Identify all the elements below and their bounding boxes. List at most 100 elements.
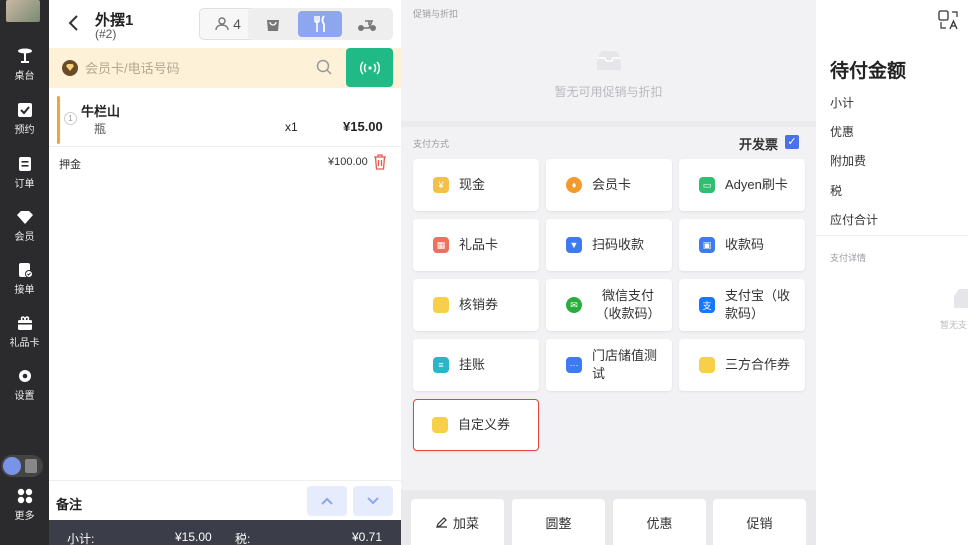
order-header: 外摆1 (#2) 4 bbox=[49, 0, 401, 48]
amount-due-panel: 待付金额 小计 优惠 附加费 税 应付合计 支付详情 暂无支付 bbox=[816, 0, 968, 545]
trash-icon[interactable] bbox=[373, 154, 387, 170]
divider bbox=[49, 146, 401, 147]
pay-wechat-button[interactable]: ✉ 微信支付（收款码） bbox=[546, 279, 672, 331]
mode-toggle[interactable] bbox=[1, 455, 43, 477]
section-divider bbox=[401, 121, 816, 127]
deposit-amount: ¥100.00 bbox=[328, 156, 368, 168]
member-search-input[interactable] bbox=[85, 57, 335, 79]
discount-row: 优惠 bbox=[830, 125, 855, 139]
nav-label: 更多 bbox=[14, 511, 35, 522]
round-amount-button[interactable]: 圆整 bbox=[512, 499, 605, 545]
cash-icon: ¥ bbox=[433, 177, 449, 193]
pay-partner-voucher-button[interactable]: 三方合作券 bbox=[679, 339, 805, 391]
nav-item-accept-order[interactable]: 接单 bbox=[0, 262, 49, 296]
scroll-down-button[interactable] bbox=[353, 486, 393, 516]
scooter-icon bbox=[358, 20, 376, 31]
tax-value: ¥0.71 bbox=[352, 530, 383, 544]
invoice-label: 开发票 bbox=[739, 137, 779, 152]
empty-box-icon bbox=[596, 51, 621, 70]
subtotal-label: 小计: bbox=[67, 532, 95, 545]
pay-method-label: 支付宝（收款码） bbox=[725, 288, 791, 321]
nav-item-more[interactable]: 更多 bbox=[0, 488, 49, 522]
mode-takeout[interactable] bbox=[251, 11, 295, 37]
nav-item-tables[interactable]: 桌台 bbox=[0, 48, 49, 82]
nav-label: 接单 bbox=[14, 285, 35, 296]
divider bbox=[816, 235, 968, 236]
discount-button[interactable]: 优惠 bbox=[613, 499, 706, 545]
nav-item-member[interactable]: 会员 bbox=[0, 209, 49, 243]
scroll-up-button[interactable] bbox=[307, 486, 347, 516]
payment-empty-text: 暂无支付 bbox=[940, 320, 968, 330]
partner-voucher-icon bbox=[699, 357, 715, 373]
add-dish-button[interactable]: 加菜 bbox=[411, 499, 504, 545]
wechat-icon: ✉ bbox=[566, 297, 582, 313]
nav-item-orders[interactable]: 订单 bbox=[0, 156, 49, 190]
settings-icon bbox=[18, 370, 31, 382]
pay-cash-button[interactable]: ¥ 现金 bbox=[413, 159, 539, 211]
tax-label: 税: bbox=[235, 532, 251, 545]
card-swipe-icon: ▭ bbox=[699, 177, 715, 193]
pay-qr-code-button[interactable]: ▣ 收款码 bbox=[679, 219, 805, 271]
bottom-action-bar: 加菜 圆整 优惠 促销 bbox=[401, 490, 816, 545]
tablet-icon bbox=[25, 459, 37, 473]
person-icon bbox=[215, 17, 229, 31]
pay-method-label: 收款码 bbox=[725, 237, 765, 252]
order-panel: 外摆1 (#2) 4 1 牛栏山 瓶 x1 ¥15.00 bbox=[49, 0, 401, 545]
nav-label: 预约 bbox=[14, 125, 35, 136]
member-card-icon: ♦ bbox=[566, 177, 582, 193]
language-switch-icon[interactable] bbox=[937, 9, 961, 31]
mode-dine-in[interactable] bbox=[298, 11, 342, 37]
nav-item-reservation[interactable]: 预约 bbox=[0, 102, 49, 136]
pay-method-label: 扫码收款 bbox=[592, 237, 645, 252]
promotion-button[interactable]: 促销 bbox=[713, 499, 806, 545]
deposit-label: 押金 bbox=[59, 159, 81, 171]
more-icon bbox=[17, 488, 32, 504]
pay-alipay-button[interactable]: 支 支付宝（收款码） bbox=[679, 279, 805, 331]
pay-adyen-card-button[interactable]: ▭ Adyen刷卡 bbox=[679, 159, 805, 211]
pay-scan-button[interactable]: ▼ 扫码收款 bbox=[546, 219, 672, 271]
subtotal-value: ¥15.00 bbox=[175, 530, 212, 544]
nfc-read-button[interactable] bbox=[346, 48, 393, 87]
payment-panel: 促销与折扣 暂无可用促销与折扣 支付方式 开发票 ✓ ¥ 现金 ♦ 会员卡 ▭ … bbox=[401, 0, 816, 545]
order-number: (#2) bbox=[95, 27, 117, 41]
tax-row: 税 bbox=[830, 184, 843, 198]
table-icon bbox=[17, 48, 32, 63]
pay-method-label: 自定义券 bbox=[458, 417, 511, 432]
invoice-checkbox[interactable]: ✓ bbox=[785, 135, 799, 149]
empty-box-icon bbox=[954, 289, 968, 308]
store-avatar[interactable] bbox=[6, 0, 40, 22]
dine-in-toggle-knob bbox=[3, 457, 21, 475]
custom-voucher-icon bbox=[432, 417, 448, 433]
chevron-up-icon bbox=[321, 497, 333, 505]
item-price: ¥15.00 bbox=[343, 119, 383, 134]
notes-label[interactable]: 备注 bbox=[56, 494, 82, 513]
search-icon[interactable] bbox=[316, 59, 332, 75]
pay-method-label: 门店储值测试 bbox=[592, 348, 658, 381]
pay-voucher-button[interactable]: 核销券 bbox=[413, 279, 539, 331]
notes-bar: 备注 bbox=[49, 480, 401, 520]
nav-item-settings[interactable]: 设置 bbox=[0, 368, 49, 402]
order-icon bbox=[18, 157, 31, 171]
nav-item-gift-card[interactable]: 礼品卡 bbox=[0, 315, 49, 349]
promo-empty-state: 暂无可用促销与折扣 bbox=[401, 50, 816, 100]
pay-custom-voucher-button[interactable]: 自定义券 bbox=[413, 399, 539, 451]
nav-label: 礼品卡 bbox=[9, 338, 40, 349]
alipay-icon: 支 bbox=[699, 297, 715, 313]
pay-store-value-button[interactable]: ··· 门店储值测试 bbox=[546, 339, 672, 391]
back-arrow-icon[interactable] bbox=[67, 14, 81, 32]
surcharge-row: 附加费 bbox=[830, 154, 867, 168]
pay-method-label: 三方合作券 bbox=[725, 357, 791, 372]
gift-icon: ▦ bbox=[433, 237, 449, 253]
member-badge-icon bbox=[62, 60, 78, 76]
item-index: 1 bbox=[64, 112, 77, 125]
pay-credit-account-button[interactable]: ≡ 挂账 bbox=[413, 339, 539, 391]
pay-gift-card-button[interactable]: ▦ 礼品卡 bbox=[413, 219, 539, 271]
pay-method-label: Adyen刷卡 bbox=[725, 177, 788, 192]
order-item-row[interactable]: 1 牛栏山 瓶 x1 ¥15.00 bbox=[57, 96, 393, 144]
item-name: 牛栏山 bbox=[81, 104, 121, 119]
amount-due-title: 待付金额 bbox=[830, 61, 907, 82]
pay-method-label: 挂账 bbox=[459, 357, 486, 372]
mode-delivery[interactable] bbox=[345, 11, 389, 37]
store-value-icon: ··· bbox=[566, 357, 582, 373]
pay-member-card-button[interactable]: ♦ 会员卡 bbox=[546, 159, 672, 211]
